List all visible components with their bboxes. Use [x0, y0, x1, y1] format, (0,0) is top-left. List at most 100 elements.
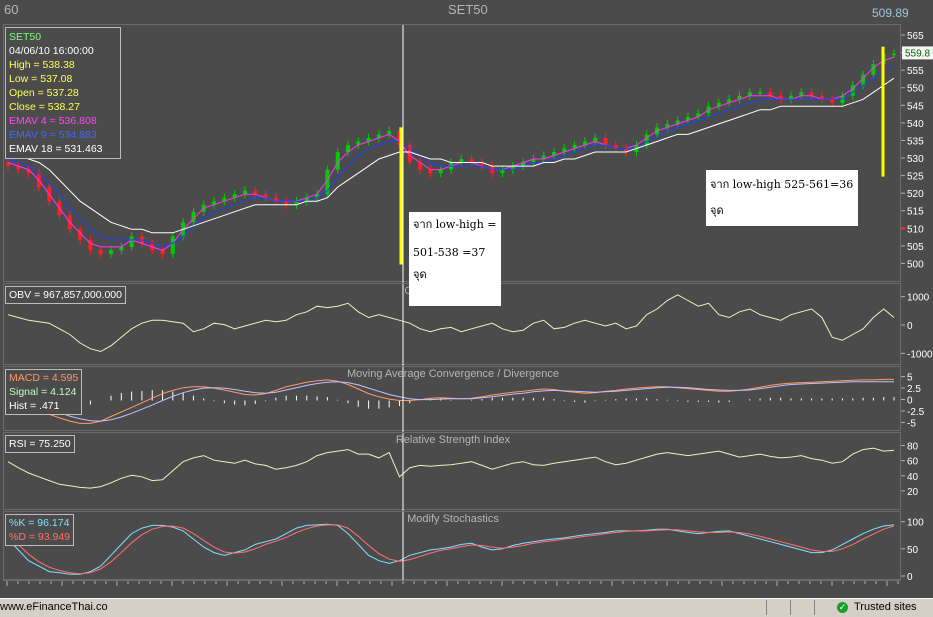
stoch-title: Modify Stochastics	[407, 513, 499, 525]
rsi-chart-svg: Relative Strength Index	[7, 433, 895, 511]
info-datetime: 04/06/10 16:00:00	[9, 45, 94, 57]
macd-line-axis-label: -2.5	[907, 407, 925, 418]
rsi-panel[interactable]: Relative Strength Index	[3, 432, 901, 511]
price-info-box: SET50 04/06/10 16:00:00 High = 538.38 Lo…	[5, 27, 121, 159]
candle-body	[892, 53, 896, 56]
rsi-axis: 80 60 40 20	[901, 432, 933, 510]
info-open: Open = 537.28	[9, 87, 79, 99]
price-axis-label: 525	[907, 172, 924, 183]
note-swing-1-line1: จาก low-high =	[413, 218, 497, 231]
price-axis-svg: 5005055105155205255305355405455505555605…	[901, 31, 933, 270]
rsi-title: Relative Strength Index	[396, 434, 511, 446]
title-bar: 60 SET50 509.89	[0, 0, 933, 24]
candle-body	[603, 137, 608, 145]
zone-label: Trusted sites	[854, 601, 917, 613]
macd-line-axis-label: 2.5	[907, 384, 921, 395]
obv-value: OBV = 967,857,000.000	[9, 289, 122, 301]
rsi-line-axis-label: 80	[907, 442, 919, 453]
candle-body	[747, 92, 752, 96]
stochastics-chart-svg: Modify Stochastics	[7, 512, 895, 581]
obv-line-axis-label: -1000	[907, 349, 933, 360]
timeframe-label: 60	[4, 2, 19, 17]
candle-body	[242, 190, 247, 195]
stochastics-axis-svg: 100 50 0	[901, 518, 924, 583]
candle-body	[119, 246, 124, 251]
candle-body	[109, 250, 114, 254]
signal-line	[7, 381, 894, 422]
price-axis-label: 505	[907, 242, 924, 253]
level-highlight-mark	[901, 227, 905, 230]
candle-body	[809, 92, 814, 96]
obv-axis: 1000 0 -1000	[901, 283, 933, 365]
rsi-line-axis-label: 20	[907, 487, 919, 498]
obv-info-box: OBV = 967,857,000.000	[5, 286, 126, 304]
macd-value: MACD = 4.595	[9, 372, 79, 384]
price-axis-label: 510	[907, 224, 924, 235]
candle-body	[253, 190, 258, 195]
macd-line-axis-label: -5	[907, 418, 916, 429]
note-swing-1-line2: 501-538 =37 จุด	[413, 246, 486, 281]
candle-body	[129, 236, 134, 247]
candle-body	[644, 134, 649, 145]
time-axis	[3, 580, 901, 598]
macd-title: Moving Average Convergence / Divergence	[347, 368, 559, 380]
price-axis-label: 540	[907, 119, 924, 130]
d-line	[7, 524, 895, 575]
status-divider	[766, 600, 767, 615]
note-swing-2: จาก low-high 525-561=36 จุด	[706, 170, 858, 226]
check-icon: ✓	[837, 602, 848, 613]
info-symbol: SET50	[9, 31, 42, 43]
macd-line-axis-label: 5	[907, 373, 913, 384]
macd-axis: 5 2.5 0 -2.5 -5	[901, 366, 933, 431]
status-divider	[814, 600, 815, 615]
status-divider	[790, 600, 791, 615]
info-high: High = 538.38	[9, 59, 75, 71]
info-low: Low = 537.08	[9, 73, 73, 85]
info-ema18: EMAV 18 = 531.463	[9, 143, 103, 155]
d-value: %D = 93.949	[9, 531, 71, 543]
candle-body	[799, 92, 804, 96]
price-axis-label: 520	[907, 189, 924, 200]
candle-body	[758, 92, 763, 94]
rsi-line-axis-label: 60	[907, 457, 919, 468]
obv-line-axis-label: 0	[907, 321, 913, 332]
rsi-info-box: RSI = 75.250	[5, 435, 75, 453]
macd-info-box: MACD = 4.595 Signal = 4.124 Hist = .471	[5, 369, 83, 415]
status-url: www.eFinanceThai.co	[0, 601, 108, 613]
k-line-axis-label: 100	[907, 518, 924, 529]
macd-panel[interactable]: Moving Average Convergence / Divergence	[3, 366, 901, 432]
candle-body	[284, 201, 289, 205]
stochastics-panel[interactable]: Modify Stochastics	[3, 511, 901, 581]
rsi-value: RSI = 75.250	[9, 438, 71, 450]
status-bar: www.eFinanceThai.co ✓ Trusted sites	[0, 598, 933, 617]
k-value: %K = 96.174	[9, 517, 70, 529]
macd-line	[7, 378, 894, 424]
rsi-line-axis-label: 40	[907, 472, 919, 483]
chart-title: SET50	[448, 2, 488, 17]
rsi-line	[7, 447, 895, 489]
obv-line-axis-label: 1000	[907, 293, 930, 304]
price-axis-label: 545	[907, 101, 924, 112]
info-ema9: EMAV 9 = 534.883	[9, 129, 97, 141]
time-axis-svg	[6, 581, 899, 586]
price-axis-label: 555	[907, 66, 924, 77]
obv-axis-svg: 1000 0 -1000	[901, 293, 933, 360]
k-line-axis-label: 0	[907, 572, 913, 580]
k-line-axis-label: 50	[907, 545, 919, 556]
note-swing-1: จาก low-high = 501-538 =37 จุด	[409, 212, 501, 306]
price-axis-label: 515	[907, 207, 924, 218]
candle-body	[830, 99, 835, 103]
price-axis-label: 535	[907, 136, 924, 147]
price-axis-label: 550	[907, 84, 924, 95]
candle-body	[170, 236, 175, 254]
price-axis-label: 530	[907, 154, 924, 165]
price-axis: 5005055105155205255305355405455505555605…	[901, 24, 933, 282]
macd-axis-svg: 52.50-2.5-5	[901, 373, 925, 429]
macd-chart-svg: Moving Average Convergence / Divergence	[7, 367, 895, 432]
candle-body	[593, 137, 598, 142]
stoch-info-box: %K = 96.174 %D = 93.949	[5, 514, 75, 546]
info-close: Close = 538.27	[9, 101, 80, 113]
last-price: 509.89	[872, 6, 909, 20]
hist-value: Hist = .471	[9, 400, 60, 412]
stochastics-axis: 100 50 0	[901, 511, 933, 583]
